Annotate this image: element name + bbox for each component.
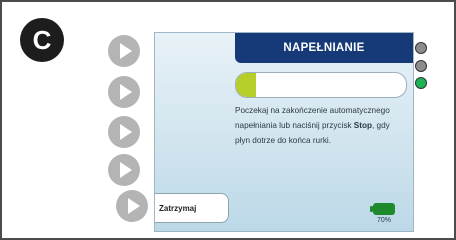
- play-icon[interactable]: [108, 154, 140, 186]
- progress-fill: [236, 73, 257, 97]
- message-stop-keyword: Stop: [353, 121, 372, 130]
- status-light-on-icon: [415, 77, 427, 89]
- fill-progress-bar: [235, 72, 407, 98]
- step-badge: C: [20, 18, 64, 62]
- instruction-panel: C NAPEŁNIANIE Poczekaj na zakończenie au…: [0, 0, 456, 240]
- status-light-off-icon: [415, 42, 427, 54]
- battery-icon: [370, 203, 395, 215]
- battery-level: 70%: [376, 217, 391, 224]
- device-screen: NAPEŁNIANIE Poczekaj na zakończenie auto…: [154, 32, 414, 232]
- play-icon[interactable]: [108, 76, 140, 108]
- play-icon[interactable]: [108, 35, 140, 67]
- play-icon[interactable]: [108, 116, 140, 148]
- screen-title: NAPEŁNIANIE: [235, 33, 413, 63]
- status-light-off-icon: [415, 60, 427, 72]
- stop-button[interactable]: Zatrzymaj: [155, 193, 229, 223]
- instruction-message: Poczekaj na zakończenie automatycznego n…: [235, 103, 407, 148]
- play-icon[interactable]: [116, 190, 148, 222]
